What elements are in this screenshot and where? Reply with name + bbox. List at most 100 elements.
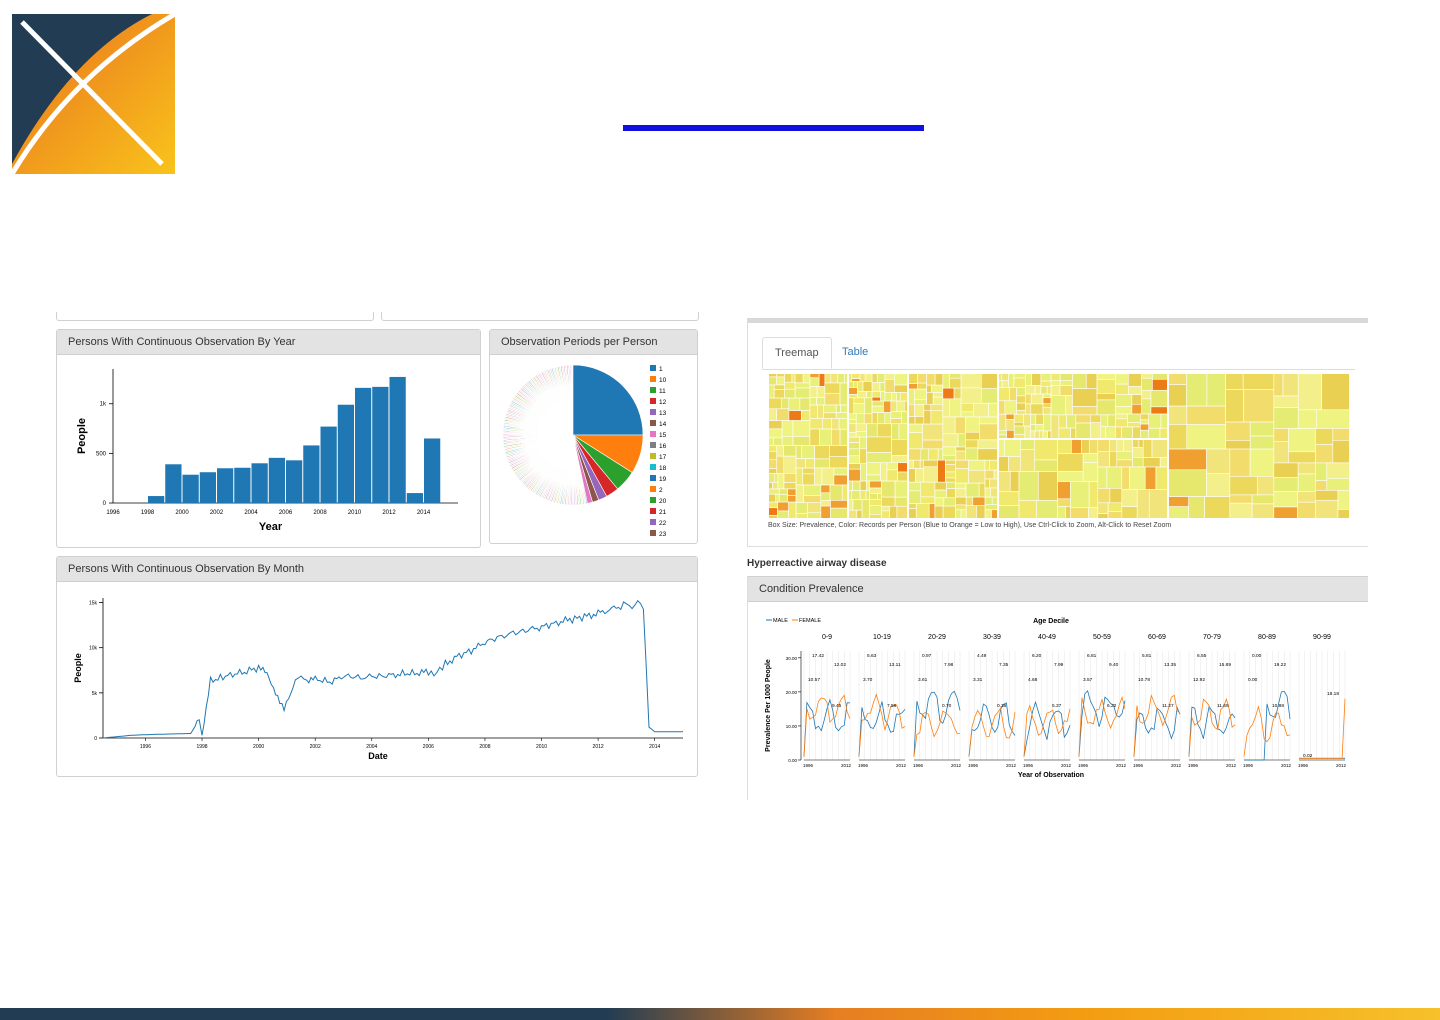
treemap-cell	[979, 416, 999, 425]
bar	[251, 463, 268, 503]
treemap-cell	[1082, 462, 1099, 482]
treemap-cell	[914, 388, 927, 400]
treemap-cell	[1142, 438, 1153, 458]
treemap-cell	[1131, 403, 1142, 415]
treemap-cell	[853, 397, 866, 404]
treemap-cell	[824, 392, 841, 406]
value-annotation: 0.70	[942, 703, 952, 709]
legend-female: FEMALE	[799, 618, 821, 624]
decile-label: 40-49	[1038, 634, 1056, 641]
y-tick-label: 30.00	[786, 656, 798, 661]
treemap[interactable]	[768, 373, 1350, 519]
treemap-cell	[809, 386, 818, 398]
treemap-cell	[955, 487, 967, 498]
value-annotation: 7.35	[999, 662, 1009, 668]
treemap-cell	[1016, 410, 1026, 415]
treemap-cell	[768, 468, 778, 474]
treemap-cell	[930, 409, 944, 425]
treemap-cell	[1315, 462, 1328, 481]
x-axis-label: Year	[259, 521, 283, 533]
treemap-cell	[768, 445, 778, 452]
value-annotation: 7.98	[944, 662, 954, 668]
treemap-cell	[955, 496, 967, 506]
decile-label: 60-69	[1148, 634, 1166, 641]
treemap-cell	[1121, 506, 1138, 519]
treemap-cell	[829, 484, 843, 501]
tab-treemap[interactable]: Treemap	[762, 337, 832, 369]
treemap-cell	[897, 471, 909, 482]
treemap-cell	[1097, 438, 1110, 452]
treemap-cell	[877, 493, 882, 500]
treemap-cell	[799, 397, 811, 411]
y-tick-label: 20.00	[786, 690, 798, 695]
treemap-cell	[943, 497, 956, 507]
treemap-cell	[884, 378, 895, 393]
y-tick-label: 10.00	[786, 724, 798, 729]
treemap-cell	[774, 473, 779, 483]
treemap-cell	[891, 392, 898, 402]
treemap-cell	[768, 473, 776, 483]
treemap-cell	[814, 445, 830, 460]
treemap-cell	[890, 400, 898, 412]
treemap-cell	[977, 439, 999, 450]
treemap-cell	[871, 412, 879, 425]
treemap-cell	[862, 381, 873, 392]
treemap-cell	[863, 413, 873, 425]
treemap-cell	[1188, 496, 1205, 519]
treemap-cell	[1097, 450, 1110, 468]
value-annotation: 12.92	[1193, 677, 1205, 683]
treemap-cell	[1151, 438, 1169, 458]
treemap-cell	[955, 459, 969, 469]
treemap-cell	[1288, 451, 1316, 464]
treemap-cell	[1140, 423, 1150, 431]
treemap-cell	[1043, 413, 1052, 432]
periods-panel: Observation Periods per Person 1 10 11 12 13…	[489, 329, 698, 544]
x-tick-label: 2012	[1226, 763, 1237, 768]
treemap-cell	[968, 469, 986, 484]
value-annotation: 10.57	[808, 677, 820, 683]
treemap-cell	[1273, 373, 1284, 397]
tab-table[interactable]: Table	[830, 337, 880, 367]
treemap-cell	[1142, 457, 1161, 468]
treemap-cell	[1297, 373, 1322, 411]
treemap-cell	[989, 478, 999, 489]
treemap-cell	[1249, 421, 1275, 437]
treemap-cell	[889, 505, 898, 519]
treemap-cell	[1186, 424, 1226, 450]
treemap-cell	[866, 480, 870, 491]
treemap-cell	[907, 481, 922, 492]
treemap-cell	[871, 400, 884, 407]
bar	[217, 468, 234, 503]
x-tick-label: 2012	[1336, 763, 1347, 768]
treemap-cell	[920, 481, 936, 498]
treemap-cell	[1038, 430, 1044, 440]
treemap-cell	[990, 487, 999, 498]
treemap-cell	[768, 459, 778, 469]
treemap-cell	[1225, 440, 1251, 450]
treemap-cell	[1024, 385, 1036, 395]
treemap-cell	[847, 455, 861, 465]
treemap-cell	[791, 373, 796, 383]
treemap-cell	[820, 505, 831, 519]
treemap-cell	[768, 501, 778, 509]
series-line	[102, 599, 684, 739]
treemap-cell	[1013, 425, 1026, 435]
decile-label: 80-89	[1258, 634, 1276, 641]
treemap-cell	[1034, 459, 1058, 472]
treemap-cell	[1005, 419, 1015, 431]
treemap-cell	[768, 408, 777, 421]
x-tick-label: 2008	[479, 744, 490, 750]
treemap-cell	[881, 480, 896, 498]
treemap-cell	[773, 389, 785, 399]
treemap-cell	[1013, 377, 1026, 389]
treemap-cell	[1040, 373, 1052, 382]
x-tick-label: 2002	[210, 510, 224, 516]
treemap-cell	[965, 416, 980, 433]
treemap-cell	[847, 394, 858, 399]
treemap-cell	[776, 455, 785, 474]
pie-slice-thin	[502, 434, 538, 437]
treemap-cell	[778, 488, 788, 495]
value-annotation: 6.22	[1107, 703, 1117, 709]
treemap-cell	[1058, 414, 1067, 429]
periods-pie-chart: 1 10 11 12 13 14 15 16 17 18 19 2 20 21 22 23	[502, 364, 667, 538]
